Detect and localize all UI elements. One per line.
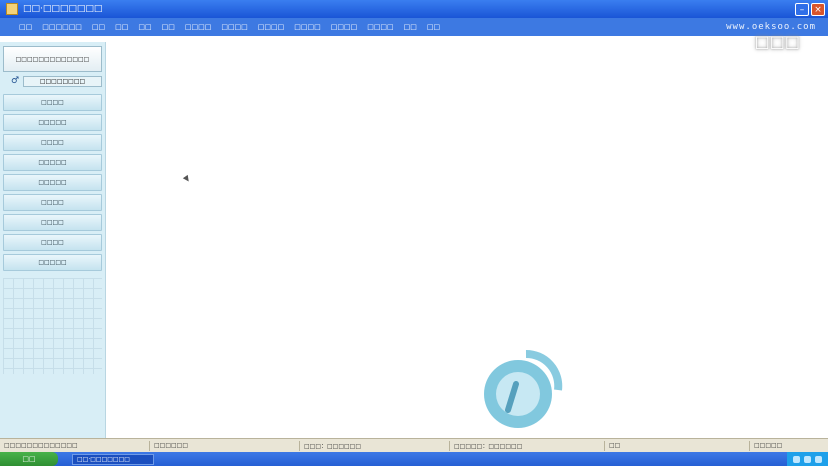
user-icon: ♂	[11, 76, 20, 86]
sidebar-header: □□□□□□□□□□□□□	[3, 46, 102, 72]
status-segment-3: □□□：□□□□□□	[300, 440, 450, 451]
menu-item-14[interactable]: □□	[422, 23, 445, 31]
status-segment-2: □□□□□□	[150, 440, 300, 451]
title-bar: □□·□□□□□□□ – ×	[0, 0, 828, 18]
tray-volume-icon[interactable]	[804, 455, 811, 463]
menu-item-12[interactable]: □□□□	[362, 23, 398, 31]
window-title: □□·□□□□□□□	[23, 4, 103, 14]
watermark-label: □□□	[754, 32, 800, 51]
menu-item-4[interactable]: □□	[110, 23, 133, 31]
status-segment-4: □□□□□：□□□□□□	[450, 440, 605, 451]
sidebar-item-1[interactable]: □□□□	[3, 94, 102, 111]
sidebar-item-4[interactable]: □□□□□	[3, 154, 102, 171]
taskbar: □□ □□·□□□□□□□	[0, 452, 828, 466]
menu-item-6[interactable]: □□	[157, 23, 180, 31]
sidebar-item-8[interactable]: □□□□	[3, 234, 102, 251]
sidebar-item-7[interactable]: □□□□	[3, 214, 102, 231]
menu-item-9[interactable]: □□□□	[253, 23, 289, 31]
window-controls: – ×	[795, 2, 825, 16]
sidebar-nav: □□□□ □□□□□ □□□□ □□□□□ □□□□□ □□□□ □□□□ □□…	[0, 94, 105, 271]
menu-item-8[interactable]: □□□□	[216, 23, 252, 31]
sidebar-item-2[interactable]: □□□□□	[3, 114, 102, 131]
menu-bar: □□ □□□□□□ □□ □□ □□ □□ □□□□ □□□□ □□□□ □□□…	[0, 18, 828, 36]
user-label: □□□□□□□□	[23, 75, 102, 87]
app-logo-icon	[484, 349, 563, 428]
tray-network-icon[interactable]	[793, 455, 800, 463]
sidebar-item-9[interactable]: □□□□□	[3, 254, 102, 271]
menu-item-5[interactable]: □□	[133, 23, 156, 31]
sidebar-item-5[interactable]: □□□□□	[3, 174, 102, 191]
system-tray	[787, 452, 828, 466]
tray-security-icon[interactable]	[815, 455, 822, 463]
mouse-cursor-icon	[182, 174, 192, 184]
minimize-button[interactable]: –	[795, 2, 809, 16]
menu-item-2[interactable]: □□□□□□	[37, 23, 87, 31]
sidebar-item-6[interactable]: □□□□	[3, 194, 102, 211]
status-segment-6: □□□□□	[754, 442, 783, 449]
sidebar-grid-decoration	[3, 278, 102, 374]
start-button[interactable]: □□	[0, 452, 58, 466]
status-segment-5: □□	[605, 440, 750, 451]
taskbar-app-button[interactable]: □□·□□□□□□□	[72, 453, 154, 465]
sidebar-item-3[interactable]: □□□□	[3, 134, 102, 151]
watermark-url: www.oeksoo.com	[726, 22, 816, 32]
status-bar: □□□□□□□□□□□□□ □□□□□□ □□□：□□□□□□ □□□□□：□□…	[0, 438, 828, 452]
menu-item-10[interactable]: □□□□	[289, 23, 325, 31]
status-segment-1: □□□□□□□□□□□□□	[0, 440, 150, 451]
menu-item-3[interactable]: □□	[87, 23, 110, 31]
app-icon	[6, 3, 18, 15]
sidebar: □□□□□□□□□□□□□ ♂ □□□□□□□□ □□□□ □□□□□ □□□□…	[0, 42, 106, 438]
menu-item-1[interactable]: □□	[14, 23, 37, 31]
menu-item-7[interactable]: □□□□	[180, 23, 216, 31]
close-button[interactable]: ×	[811, 2, 825, 16]
menu-item-11[interactable]: □□□□	[326, 23, 362, 31]
menu-item-13[interactable]: □□	[399, 23, 422, 31]
sidebar-user: ♂ □□□□□□□□	[3, 74, 102, 88]
